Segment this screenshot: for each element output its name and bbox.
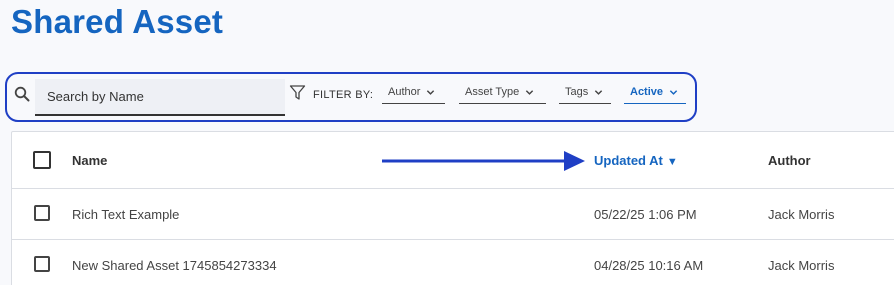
updated-at-cell: 04/28/25 10:16 AM [594,258,704,273]
chevron-down-icon [526,90,534,95]
updated-at-cell: 05/22/25 1:06 PM [594,207,697,222]
status-filter-dropdown[interactable]: Active [624,86,686,104]
asset-name-cell[interactable]: Rich Text Example [72,207,179,222]
chevron-down-icon [595,90,603,95]
chevron-down-icon [427,90,435,95]
column-header-name[interactable]: Name [72,153,107,168]
author-cell: Jack Morris [768,258,835,273]
asset-type-filter-label: Asset Type [465,86,520,98]
arrow-right-annotation [382,151,585,171]
column-header-author[interactable]: Author [768,153,811,168]
search-icon [14,86,30,102]
status-filter-label: Active [630,86,664,98]
filter-icon [289,85,306,100]
sort-descending-icon: ▼ [666,156,678,168]
asset-type-filter-dropdown[interactable]: Asset Type [459,86,546,104]
author-cell: Jack Morris [768,207,835,222]
select-all-checkbox[interactable] [33,151,51,169]
filter-by-label: FILTER BY: [313,89,374,101]
search-input[interactable] [35,79,285,116]
row-divider [11,188,894,189]
author-filter-label: Author [388,86,421,98]
row-divider [11,239,894,240]
row-checkbox[interactable] [34,256,50,272]
column-header-updated-at[interactable]: Updated At ▼ [594,153,678,168]
asset-name-cell[interactable]: New Shared Asset 1745854273334 [72,258,277,273]
column-header-updated-at-label: Updated At [594,153,663,168]
page-title: Shared Asset [11,3,224,40]
author-filter-dropdown[interactable]: Author [382,86,445,104]
tags-filter-label: Tags [565,86,589,98]
row-checkbox[interactable] [34,205,50,221]
tags-filter-dropdown[interactable]: Tags [559,86,611,104]
chevron-down-icon [669,90,678,95]
